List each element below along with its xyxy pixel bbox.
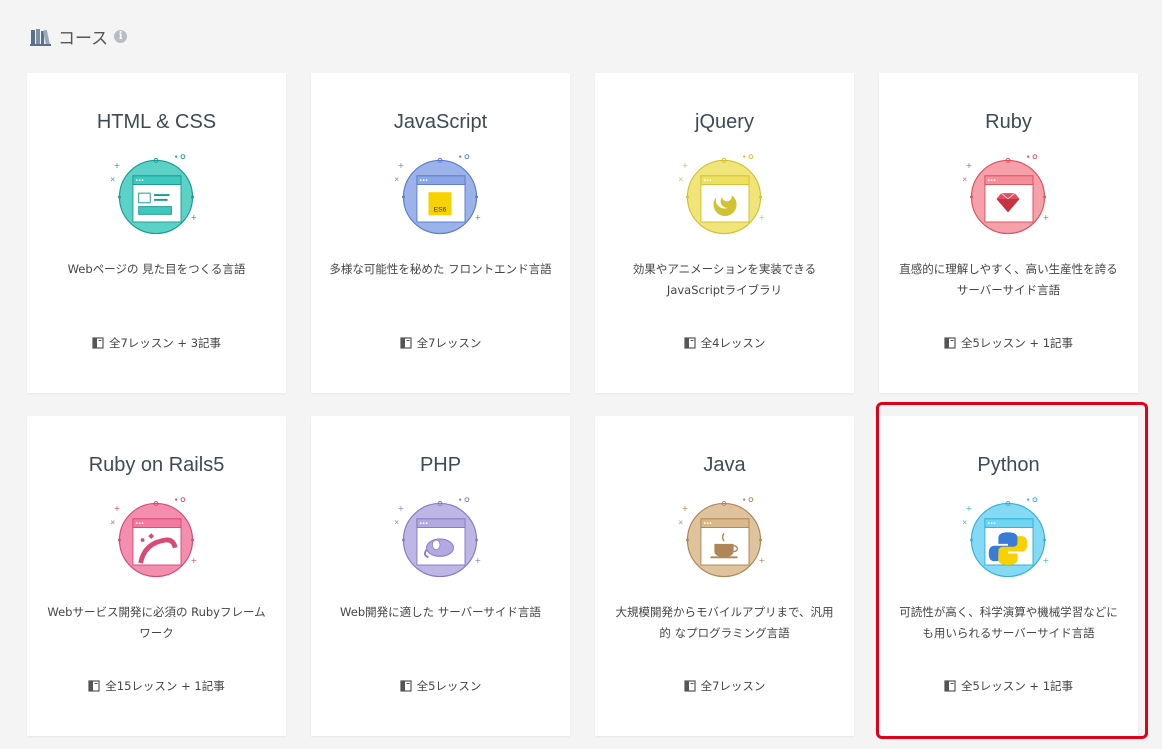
course-description: 効果やアニメーションを実装できる JavaScriptライブラリ — [632, 262, 817, 297]
svg-text:ES6: ES6 — [434, 206, 447, 213]
section-title: コース — [58, 29, 109, 49]
book-icon — [944, 337, 956, 349]
svg-text:+: + — [682, 504, 688, 513]
course-meta: 全7レッスン — [595, 678, 854, 694]
svg-text:×: × — [394, 519, 400, 527]
course-description: Web開発に適した サーバーサイド言語 — [340, 605, 541, 619]
course-description: 大規模開発からモバイルアプリまで、汎用的 なプログラミング言語 — [615, 605, 834, 640]
book-icon — [399, 680, 412, 692]
svg-text:×: × — [394, 176, 400, 184]
course-title: Python — [977, 454, 1040, 476]
svg-text:+: + — [114, 161, 120, 170]
course-title: JavaScript — [393, 111, 488, 133]
svg-text:+: + — [398, 504, 404, 513]
book-icon — [399, 337, 412, 349]
html-css-illustration: + + × — [106, 147, 206, 247]
course-title: PHP — [419, 454, 462, 476]
course-title: Java — [703, 454, 746, 476]
svg-text:×: × — [110, 176, 116, 184]
svg-text:+: + — [191, 556, 197, 565]
svg-text:×: × — [678, 176, 684, 184]
course-meta: 全5レッスン + 1記事 — [879, 678, 1138, 694]
svg-text:+: + — [682, 161, 688, 170]
lesson-count: 全5レッスン + 1記事 — [960, 336, 1074, 350]
info-icon[interactable]: i — [114, 30, 128, 43]
svg-text:+: + — [1043, 213, 1049, 222]
lesson-count: 全7レッスン — [416, 336, 482, 350]
course-card-javascript[interactable]: JavaScript + + × ES6 多様な可能性を秘めた フロントエンド言… — [311, 73, 570, 393]
svg-text:+: + — [759, 213, 765, 222]
jquery-illustration: + + × — [674, 147, 774, 247]
svg-text:×: × — [678, 519, 684, 527]
lesson-count: 全5レッスン — [416, 679, 482, 693]
course-meta: 全5レッスン + 1記事 — [879, 335, 1138, 351]
course-description: 直感的に理解しやすく、高い生産性を誇る サーバーサイド言語 — [899, 262, 1118, 297]
course-card-ruby[interactable]: Ruby + + × 直感的に理解しやすく、高い生産性を誇る サーバーサイド言語 — [879, 73, 1138, 393]
svg-text:+: + — [191, 213, 197, 222]
svg-text:+: + — [398, 161, 404, 170]
course-title: HTML & CSS — [96, 111, 217, 133]
svg-text:+: + — [966, 161, 972, 170]
course-description: Webページの 見た目をつくる言語 — [67, 262, 246, 276]
php-illustration: + + × — [390, 490, 490, 590]
lesson-count: 全7レッスン — [700, 679, 766, 693]
course-meta: 全5レッスン — [311, 678, 570, 694]
book-icon — [92, 337, 104, 349]
lesson-count: 全7レッスン + 3記事 — [108, 336, 222, 350]
course-card-java[interactable]: Java + + × 大規模開発からモバイルアプリまで、汎用的 なプログラミング… — [595, 416, 854, 736]
course-card-jquery[interactable]: jQuery + + × 効果やアニメーションを実装できる JavaScript… — [595, 73, 854, 393]
course-meta: 全7レッスン + 3記事 — [27, 335, 286, 351]
lesson-count: 全15レッスン + 1記事 — [105, 679, 225, 693]
svg-text:×: × — [962, 519, 968, 527]
java-illustration: + + × — [674, 490, 774, 590]
book-icon — [88, 680, 100, 692]
svg-text:+: + — [759, 556, 765, 565]
course-card-html-css[interactable]: HTML & CSS + + × Webページの 見た目をつくる言語 全7レッス… — [27, 73, 286, 393]
course-meta: 全4レッスン — [595, 335, 854, 351]
section-header: コース i — [30, 24, 128, 49]
svg-text:+: + — [966, 504, 972, 513]
python-illustration: + + × — [958, 490, 1058, 590]
course-meta: 全7レッスン — [311, 335, 570, 351]
course-description: Webサービス開発に必須の Rubyフレームワーク — [47, 605, 266, 640]
course-card-ruby-on-rails5[interactable]: Ruby on Rails5 + + × Webサービス開発に必須の Rubyフ… — [27, 416, 286, 736]
svg-text:+: + — [475, 213, 481, 222]
svg-text:+: + — [475, 556, 481, 565]
course-title: jQuery — [695, 111, 754, 133]
course-title: Ruby — [985, 111, 1032, 133]
book-icon — [683, 680, 696, 692]
course-card-python[interactable]: Python + + × 可読性が高く、科学演算や機械学習などに も用いられるサ… — [879, 416, 1138, 736]
svg-text:+: + — [114, 504, 120, 513]
book-icon — [683, 337, 696, 349]
course-card-php[interactable]: PHP + + × Web開発に適した サーバーサイド言語 全5レッスン — [311, 416, 570, 736]
course-description: 可読性が高く、科学演算や機械学習などに も用いられるサーバーサイド言語 — [899, 605, 1118, 640]
course-description: 多様な可能性を秘めた フロントエンド言語 — [329, 262, 552, 276]
books-icon — [30, 28, 52, 46]
course-meta: 全15レッスン + 1記事 — [27, 678, 286, 694]
lesson-count: 全5レッスン + 1記事 — [960, 679, 1074, 693]
svg-text:+: + — [1043, 556, 1049, 565]
javascript-illustration: + + × ES6 — [390, 147, 490, 247]
course-title: Ruby on Rails5 — [88, 454, 225, 476]
svg-text:×: × — [110, 519, 116, 527]
ruby-illustration: + + × — [958, 147, 1058, 247]
rails-illustration: + + × — [106, 490, 206, 590]
book-icon — [944, 680, 956, 692]
svg-text:×: × — [962, 176, 968, 184]
lesson-count: 全4レッスン — [700, 336, 766, 350]
